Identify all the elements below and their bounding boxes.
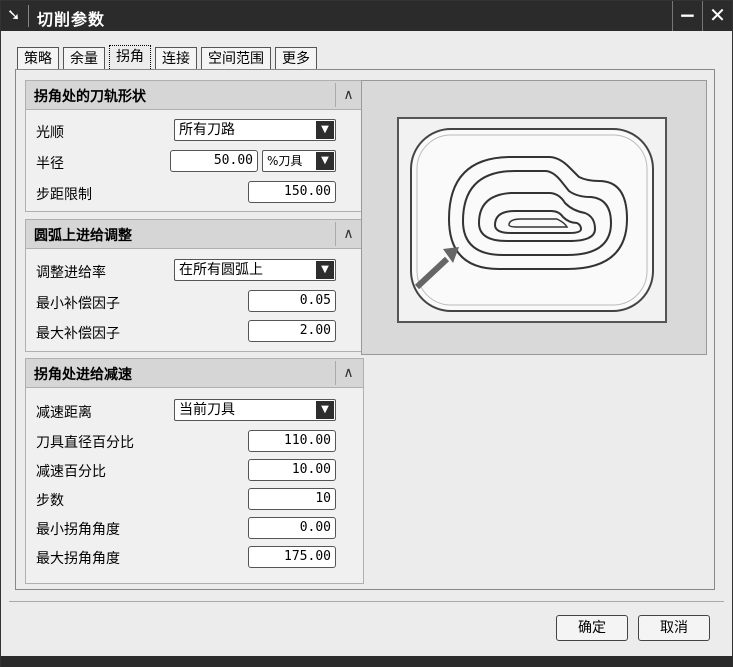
max-corner-angle-label: 最大拐角角度 (36, 551, 120, 567)
ok-button[interactable]: 确定 (556, 615, 628, 641)
section-header-arc-feed[interactable]: 圆弧上进给调整 ∧ (25, 219, 364, 249)
slowdown-pct-label: 减速百分比 (36, 464, 106, 480)
cancel-button[interactable]: 取消 (638, 615, 710, 641)
radius-input[interactable]: 50.00 (170, 150, 258, 172)
window-controls: − ✕ (672, 1, 732, 31)
minimize-button[interactable]: − (672, 1, 702, 31)
close-button[interactable]: ✕ (702, 1, 732, 31)
smoothing-label: 光顺 (36, 125, 64, 141)
section-title: 圆弧上进给调整 (34, 228, 132, 244)
radius-unit-select[interactable]: %刀具 ▼ (262, 150, 336, 172)
section-body-corner-path: 光顺 所有刀路 ▼ 半径 50.00 %刀具 ▼ 步距限制 150.00 (25, 110, 364, 212)
chevron-down-icon: ▼ (316, 152, 334, 170)
slowdown-pct-input[interactable]: 10.00 (248, 459, 336, 481)
tab-corners[interactable]: 拐角 (109, 45, 151, 71)
chevron-down-icon: ▼ (316, 261, 334, 279)
min-factor-input[interactable]: 0.05 (248, 290, 336, 312)
steps-label: 步数 (36, 493, 64, 509)
toolpath-diagram (410, 128, 654, 312)
step-limit-label: 步距限制 (36, 187, 92, 203)
toolpath-preview-image (397, 117, 667, 323)
steps-input[interactable]: 10 (248, 488, 336, 510)
smoothing-value: 所有刀路 (179, 122, 235, 138)
section-header-corner-path[interactable]: 拐角处的刀轨形状 ∧ (25, 80, 364, 110)
bottom-border-bar (1, 656, 733, 667)
slowdown-distance-value: 当前刀具 (179, 402, 235, 418)
tab-strategy[interactable]: 策略 (17, 47, 59, 71)
chevron-up-icon[interactable]: ∧ (335, 83, 361, 107)
tab-panel-corners: 拐角处的刀轨形状 ∧ 光顺 所有刀路 ▼ 半径 50.00 %刀具 ▼ 步距限制… (15, 69, 715, 590)
tab-stock[interactable]: 余量 (63, 47, 105, 71)
chevron-down-icon: ▼ (316, 121, 334, 139)
min-corner-angle-input[interactable]: 0.00 (248, 517, 336, 539)
dialog-window: ➘ 切削参数 − ✕ 策略 余量 拐角 连接 空间范围 更多 拐角处的刀轨形状 … (0, 0, 733, 667)
section-title: 拐角处的刀轨形状 (34, 89, 146, 105)
tab-bar: 策略 余量 拐角 连接 空间范围 更多 (17, 45, 321, 71)
title-bar[interactable]: ➘ 切削参数 − ✕ (1, 1, 732, 31)
smoothing-select[interactable]: 所有刀路 ▼ (174, 119, 336, 141)
arrow-cursor-icon: ➘ (7, 5, 21, 24)
radius-label: 半径 (36, 156, 64, 172)
adjust-feed-value: 在所有圆弧上 (179, 262, 263, 278)
max-factor-label: 最大补偿因子 (36, 326, 120, 342)
max-corner-angle-input[interactable]: 175.00 (248, 546, 336, 568)
tab-connections[interactable]: 连接 (155, 47, 197, 71)
min-factor-label: 最小补偿因子 (36, 296, 120, 312)
adjust-feed-label: 调整进给率 (36, 265, 106, 281)
slowdown-distance-select[interactable]: 当前刀具 ▼ (174, 399, 336, 421)
tool-dia-pct-label: 刀具直径百分比 (36, 435, 134, 451)
section-header-corner-slowdown[interactable]: 拐角处进给减速 ∧ (25, 358, 364, 388)
step-limit-input[interactable]: 150.00 (248, 181, 336, 203)
section-body-corner-slowdown: 减速距离 当前刀具 ▼ 刀具直径百分比 110.00 减速百分比 10.00 步… (25, 388, 364, 584)
chevron-up-icon[interactable]: ∧ (335, 222, 361, 246)
title-separator (28, 5, 29, 27)
section-title: 拐角处进给减速 (34, 367, 132, 383)
max-factor-input[interactable]: 2.00 (248, 320, 336, 342)
chevron-down-icon: ▼ (316, 401, 334, 419)
min-corner-angle-label: 最小拐角角度 (36, 522, 120, 538)
chevron-up-icon[interactable]: ∧ (335, 361, 361, 385)
radius-unit-value: %刀具 (267, 154, 303, 168)
footer-divider (9, 601, 724, 602)
section-body-arc-feed: 调整进给率 在所有圆弧上 ▼ 最小补偿因子 0.05 最大补偿因子 2.00 (25, 249, 364, 352)
tool-dia-pct-input[interactable]: 110.00 (248, 430, 336, 452)
dialog-title: 切削参数 (37, 10, 106, 29)
tab-more[interactable]: 更多 (275, 47, 317, 71)
tab-containment[interactable]: 空间范围 (201, 47, 271, 71)
corner-preview-panel (361, 80, 707, 355)
adjust-feed-select[interactable]: 在所有圆弧上 ▼ (174, 259, 336, 281)
slowdown-distance-label: 减速距离 (36, 405, 92, 421)
